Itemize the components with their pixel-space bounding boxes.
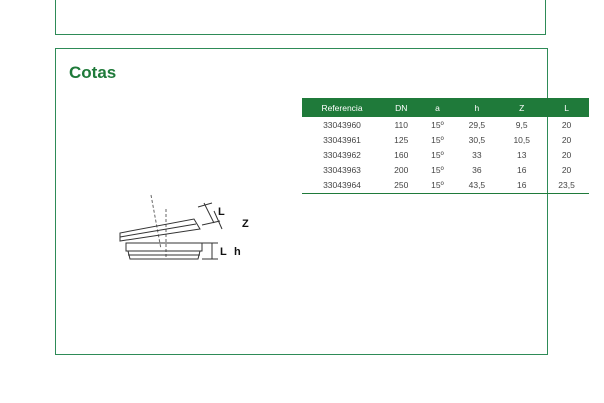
extension-line-1 <box>197 202 213 208</box>
cell-dn: 110 <box>394 119 408 130</box>
previous-section-box <box>55 0 546 35</box>
extension-line-2 <box>201 220 221 226</box>
cell-l: 20 <box>561 149 572 160</box>
header-z: Z <box>499 98 545 117</box>
cell-h: 29,5 <box>468 119 486 130</box>
dimensions-panel: Cotas Referencia DN a h Z L 33043960 110… <box>55 48 589 355</box>
lower-body-outline <box>125 242 203 252</box>
table-row: 33043964 250 15º 43,5 16 23,5 <box>302 177 589 194</box>
table-row: 33043962 160 15º 33 13 20 <box>302 147 589 162</box>
cell-a: 15º <box>420 177 455 194</box>
cell-h: 43,5 <box>454 177 500 194</box>
table-row: 33043963 200 15º 36 16 20 <box>302 163 589 178</box>
cell-dn: 250 <box>382 177 421 194</box>
cell-a: 15º <box>431 134 444 145</box>
dimension-line-upper <box>203 202 215 224</box>
table-header-row: Referencia DN a h Z L <box>302 98 589 117</box>
header-l: L <box>544 98 589 117</box>
table-row: 33043961 125 15º 30,5 10,5 20 <box>302 132 589 147</box>
elbow-fitting-drawing: L Z L h <box>119 194 249 260</box>
cell-z: 10,5 <box>513 134 530 145</box>
cell-l: 20 <box>561 119 572 130</box>
cell-a: 15º <box>431 149 444 160</box>
section-title: Cotas <box>69 63 117 82</box>
cell-referencia: 33043961 <box>323 134 361 145</box>
cell-h: 30,5 <box>468 134 486 145</box>
cell-z: 16 <box>516 165 527 176</box>
cell-referencia: 33043960 <box>323 119 361 130</box>
cell-z: 9,5 <box>515 119 528 130</box>
cell-dn: 160 <box>394 149 409 160</box>
header-a: a <box>420 98 455 117</box>
cell-referencia: 33043962 <box>323 149 361 160</box>
cell-l: 23,5 <box>544 177 589 194</box>
header-dn: DN <box>382 98 421 117</box>
cell-h: 36 <box>472 165 482 176</box>
cell-referencia: 33043964 <box>302 177 382 194</box>
label-z: Z <box>242 218 249 230</box>
cell-z: 16 <box>499 177 545 194</box>
header-h: h <box>454 98 500 117</box>
cell-dn: 125 <box>394 134 409 145</box>
dimensions-table: Referencia DN a h Z L 33043960 110 15º 2… <box>302 98 589 194</box>
label-h: h <box>234 246 241 258</box>
table-row: 33043960 110 15º 29,5 9,5 20 <box>302 117 589 132</box>
label-l-bottom: L <box>220 246 227 258</box>
cell-l: 20 <box>561 165 572 176</box>
label-l-top: L <box>218 206 225 218</box>
header-referencia: Referencia <box>302 98 382 117</box>
cell-dn: 200 <box>394 165 409 176</box>
cell-h: 33 <box>472 149 482 160</box>
cell-referencia: 33043963 <box>323 165 361 176</box>
cell-a: 15º <box>431 119 444 130</box>
axis-line-vertical <box>150 194 162 250</box>
cell-a: 15º <box>431 165 444 176</box>
cell-l: 20 <box>561 134 572 145</box>
cell-z: 13 <box>516 149 527 160</box>
